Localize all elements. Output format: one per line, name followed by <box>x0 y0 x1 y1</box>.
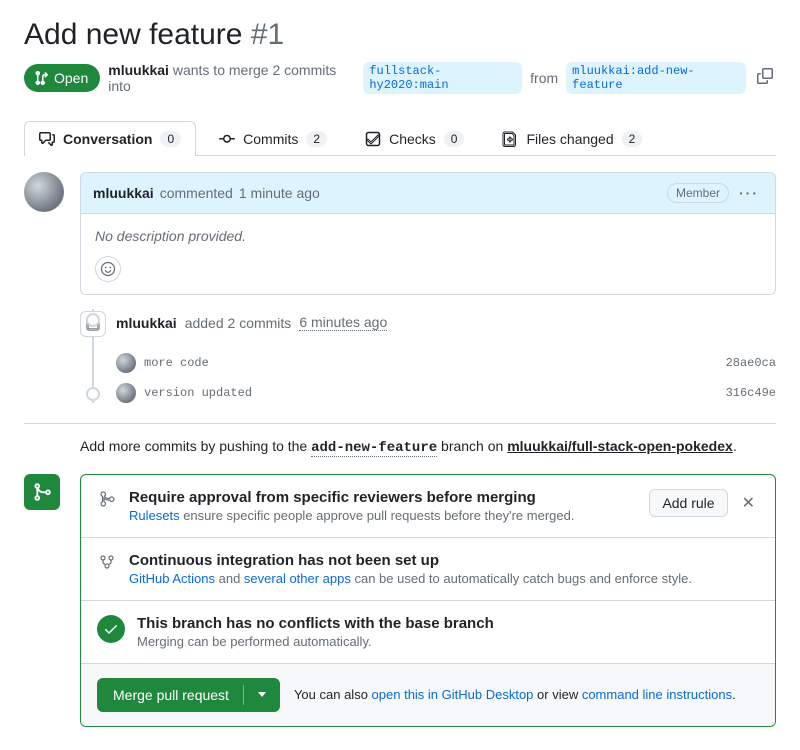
tab-counter: 0 <box>444 131 465 147</box>
tab-counter: 2 <box>622 131 643 147</box>
copy-branch-button[interactable] <box>754 65 776 90</box>
checks-icon <box>365 131 381 147</box>
comment-time[interactable]: 1 minute ago <box>239 185 320 201</box>
head-branch-chip[interactable]: mluukkai:add-new-feature <box>566 62 746 94</box>
commit-icon <box>219 131 235 147</box>
commit-row: more code 28ae0ca <box>80 353 776 373</box>
copy-icon <box>757 68 773 84</box>
tab-checks[interactable]: Checks 0 <box>350 121 479 156</box>
add-reaction-button[interactable] <box>95 256 121 282</box>
tab-commits[interactable]: Commits 2 <box>204 121 342 156</box>
pr-title-text: Add new feature <box>24 18 242 51</box>
commit-sha[interactable]: 28ae0ca <box>726 356 776 370</box>
tab-counter: 2 <box>306 131 327 147</box>
merge-summary: mluukkai wants to merge 2 commits into <box>108 62 355 94</box>
commit-message[interactable]: version updated <box>144 386 252 400</box>
workflow-icon <box>97 554 117 570</box>
smiley-icon <box>100 261 116 277</box>
push-time[interactable]: 6 minutes ago <box>299 314 387 331</box>
pr-title: Add new feature #1 <box>24 16 776 54</box>
merge-pull-request-button[interactable]: Merge pull request <box>97 678 280 712</box>
merge-section-rulesets: Require approval from specific reviewers… <box>81 475 775 537</box>
push-event: mluukkai added 2 commits 6 minutes ago <box>80 309 776 337</box>
section-title: Continuous integration has not been set … <box>129 552 692 569</box>
tab-counter: 0 <box>160 131 181 147</box>
hint-branch[interactable]: add-new-feature <box>311 440 437 457</box>
comment-body: No description provided. <box>81 214 775 256</box>
cli-instructions-link[interactable]: command line instructions <box>582 687 732 702</box>
open-desktop-link[interactable]: open this in GitHub Desktop <box>372 687 534 702</box>
pull-request-icon <box>34 70 50 86</box>
state-label: Open <box>54 70 88 86</box>
pr-number: #1 <box>251 18 284 51</box>
hint-repo-link[interactable]: mluukkai/full-stack-open-pokedex <box>507 438 733 454</box>
conversation-icon <box>39 131 55 147</box>
tab-files[interactable]: Files changed 2 <box>487 121 657 156</box>
member-badge: Member <box>667 183 729 203</box>
pr-tabs: Conversation 0 Commits 2 Checks 0 Files … <box>24 120 776 156</box>
state-badge: Open <box>24 64 100 92</box>
check-icon <box>103 621 119 637</box>
author-link[interactable]: mluukkai <box>108 62 169 78</box>
commit-message[interactable]: more code <box>144 356 209 370</box>
section-title: This branch has no conflicts with the ba… <box>137 615 494 632</box>
comment-author[interactable]: mluukkai <box>93 185 154 201</box>
status-success-icon <box>97 615 125 643</box>
commit-dot-icon <box>86 387 100 401</box>
branch-rule-icon <box>97 491 117 507</box>
commit-sha[interactable]: 316c49e <box>726 386 776 400</box>
section-title: Require approval from specific reviewers… <box>129 489 574 506</box>
chevron-down-icon <box>258 692 266 697</box>
commit-dot-icon <box>86 313 100 327</box>
tab-label: Conversation <box>63 131 152 147</box>
tab-label: Files changed <box>526 131 613 147</box>
avatar[interactable] <box>116 353 136 373</box>
other-apps-link[interactable]: several other apps <box>244 571 351 586</box>
tab-label: Commits <box>243 131 298 147</box>
merge-section-ci: Continuous integration has not been set … <box>81 537 775 600</box>
merge-panel: Require approval from specific reviewers… <box>80 474 776 727</box>
gh-actions-link[interactable]: GitHub Actions <box>129 571 215 586</box>
push-hint: Add more commits by pushing to the add-n… <box>80 438 776 456</box>
add-rule-button[interactable]: Add rule <box>649 489 727 517</box>
merge-state-icon <box>24 474 60 510</box>
comment-menu-button[interactable]: ··· <box>735 181 763 205</box>
push-author[interactable]: mluukkai <box>116 315 177 331</box>
merge-action-bar: Merge pull request You can also open thi… <box>81 663 775 726</box>
merge-section-conflicts: This branch has no conflicts with the ba… <box>81 600 775 663</box>
file-diff-icon <box>502 131 518 147</box>
tab-label: Checks <box>389 131 436 147</box>
avatar[interactable] <box>24 172 64 212</box>
avatar[interactable] <box>116 383 136 403</box>
commit-row: version updated 316c49e <box>80 383 776 403</box>
dismiss-button[interactable]: ✕ <box>738 489 759 517</box>
git-merge-icon <box>32 482 52 502</box>
divider <box>24 423 776 424</box>
tab-conversation[interactable]: Conversation 0 <box>24 121 196 156</box>
rulesets-link[interactable]: Rulesets <box>129 508 180 523</box>
comment-box: mluukkai commented 1 minute ago Member ·… <box>80 172 776 295</box>
base-branch-chip[interactable]: fullstack-hy2020:main <box>363 62 522 94</box>
